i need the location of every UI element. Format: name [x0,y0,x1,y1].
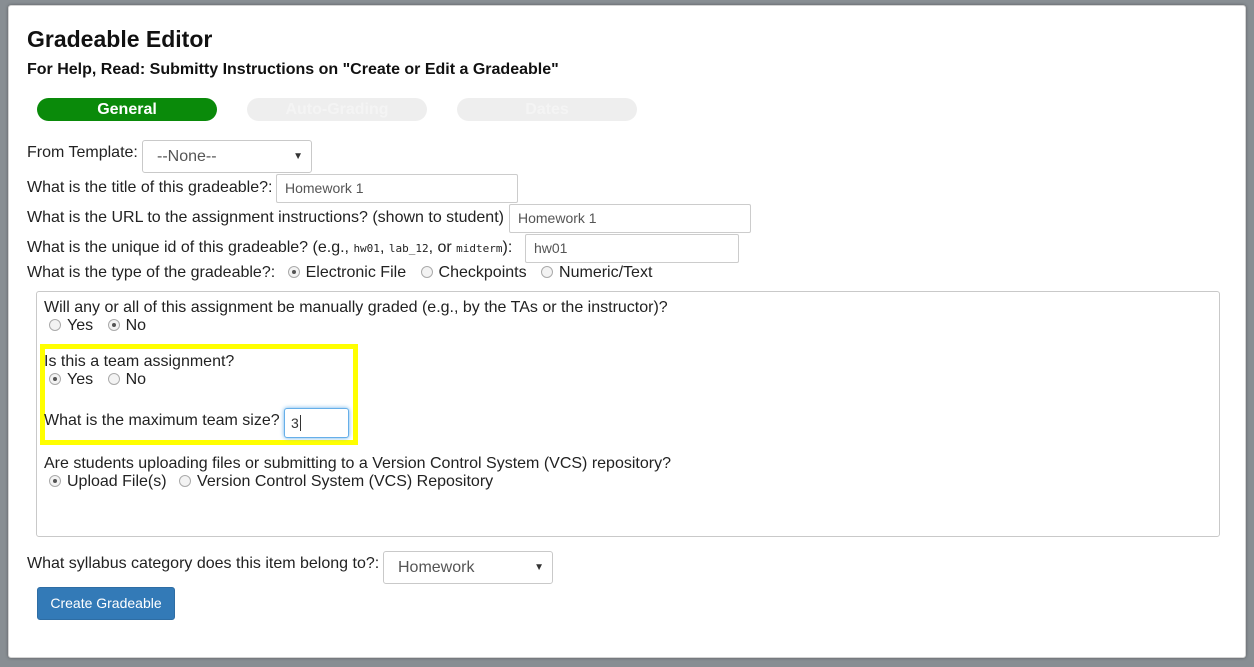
team-no[interactable]: No [107,371,147,388]
radio-icon[interactable] [49,319,61,331]
type-option-label: Numeric/Text [559,264,653,281]
url-input[interactable]: Homework 1 [509,204,751,233]
radio-selected-icon[interactable] [287,266,300,278]
template-select-value: --None-- [157,148,217,165]
template-select[interactable]: --None-- ▼ [142,140,312,173]
vcs-repository-label: Version Control System (VCS) Repository [197,473,494,490]
type-label: What is the type of the gradeable?: [27,264,276,281]
radio-icon[interactable] [107,373,120,385]
syllabus-label: What syllabus category does this item be… [27,555,380,572]
title-input[interactable]: Homework 1 [276,174,518,203]
syllabus-select-value: Homework [398,559,475,576]
radio-icon[interactable] [420,266,433,278]
manual-no[interactable]: No [107,317,147,334]
id-label: What is the unique id of this gradeable?… [27,239,512,257]
id-label-suffix: ): [502,239,513,256]
id-example-lab12: lab_12 [388,242,429,255]
type-option-label: Electronic File [305,264,407,281]
manual-radio-row: Yes No [49,317,146,335]
tab-auto-grading[interactable]: Auto-Grading [247,98,427,121]
team-no-label: No [125,371,147,388]
page-title: Gradeable Editor [27,26,213,52]
syllabus-select[interactable]: Homework ▼ [383,551,553,584]
tab-dates[interactable]: Dates [457,98,637,121]
type-option-label: Checkpoints [438,264,527,281]
radio-selected-icon[interactable] [49,475,61,487]
gradeable-editor-panel: Gradeable Editor For Help, Read: Submitt… [8,5,1246,658]
template-label: From Template: [27,144,138,161]
tab-general[interactable]: General [37,98,217,121]
manual-question: Will any or all of this assignment be ma… [44,299,668,316]
team-yes-label: Yes [67,371,94,388]
id-input[interactable]: hw01 [525,234,739,263]
manual-yes-label: Yes [67,317,94,334]
create-gradeable-button[interactable]: Create Gradeable [37,587,175,620]
manual-no-label: No [125,317,147,334]
team-yes[interactable]: Yes [49,371,93,388]
vcs-upload[interactable]: Upload File(s) [49,473,167,490]
manual-yes[interactable]: Yes [49,317,93,334]
help-text: For Help, Read: Submitty Instructions on… [27,61,559,78]
vcs-radio-row: Upload File(s) Version Control System (V… [49,473,493,491]
id-example-hw01: hw01 [353,242,380,255]
radio-icon[interactable] [179,475,192,487]
type-option-checkpoints[interactable]: Checkpoints [420,264,527,281]
vcs-upload-label: Upload File(s) [67,473,167,490]
radio-selected-icon[interactable] [49,373,61,385]
chevron-down-icon: ▼ [534,562,544,573]
radio-selected-icon[interactable] [107,319,120,331]
url-label: What is the URL to the assignment instru… [27,209,504,226]
team-size-value: 3 [291,415,299,431]
chevron-down-icon: ▼ [293,151,303,162]
team-size-label: What is the maximum team size? [44,412,280,429]
vcs-question: Are students uploading files or submitti… [44,455,671,472]
text-cursor [299,415,301,431]
type-row: What is the type of the gradeable?: Elec… [27,264,652,282]
team-radio-row: Yes No [49,371,146,389]
id-sep-2: , or [428,239,452,256]
type-option-electronic[interactable]: Electronic File [287,264,407,281]
team-question: Is this a team assignment? [44,353,235,370]
type-option-numeric[interactable]: Numeric/Text [541,264,652,281]
title-label: What is the title of this gradeable?: [27,179,273,196]
team-size-input[interactable]: 3 [284,408,349,438]
radio-icon[interactable] [541,266,554,278]
id-sep-1: , [379,239,385,256]
id-label-prefix: What is the unique id of this gradeable?… [27,239,349,256]
id-example-midterm: midterm [456,242,503,255]
vcs-repository[interactable]: Version Control System (VCS) Repository [179,473,493,490]
